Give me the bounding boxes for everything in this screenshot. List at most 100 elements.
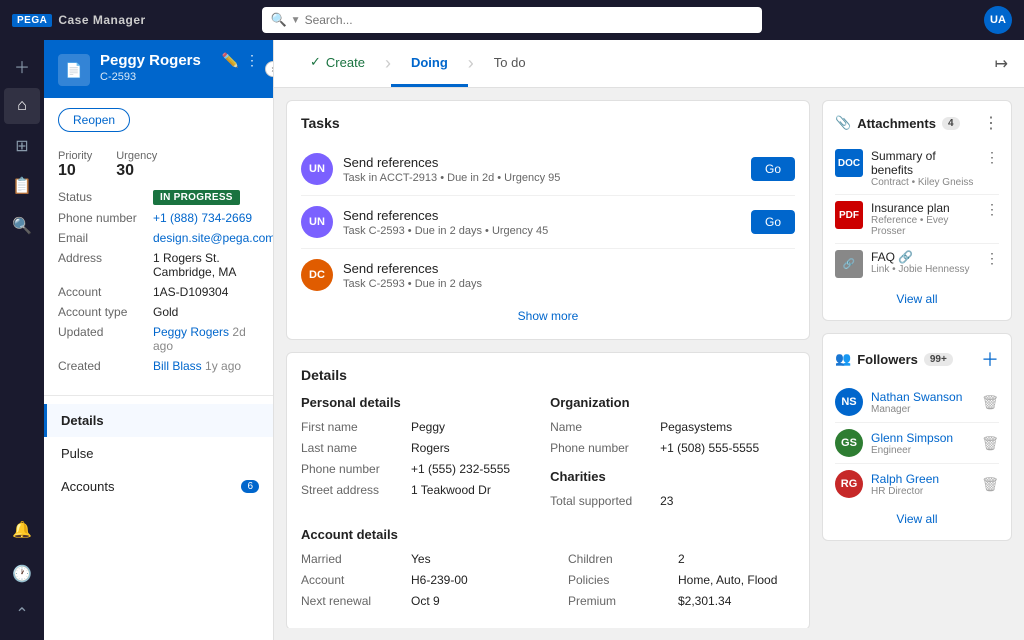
- personal-title: Personal details: [301, 395, 510, 410]
- detail-row: Next renewal Oct 9: [301, 594, 528, 608]
- attachment-item: PDF Insurance plan Reference • Evey Pros…: [835, 195, 999, 244]
- show-more-button[interactable]: Show more: [301, 301, 795, 325]
- attachment-more-icon[interactable]: ⋮: [985, 250, 999, 267]
- priority-label: Priority: [58, 150, 92, 162]
- task-title: Send references: [343, 208, 741, 223]
- follower-avatar: RG: [835, 470, 863, 498]
- detail-row: Last name Rogers: [301, 441, 510, 455]
- follower-info: Nathan Swanson Manager: [871, 390, 973, 415]
- stage-expand-button[interactable]: ↦: [995, 54, 1008, 74]
- followers-card: 👥 Followers 99+ ＋ NS Nathan Swanson Mana…: [822, 333, 1012, 541]
- attachments-count: 4: [942, 117, 960, 130]
- icon-bar-home[interactable]: ⌂: [4, 88, 40, 124]
- detail-row: Phone number +1 (555) 232-5555: [301, 462, 510, 476]
- detail-row: Premium $2,301.34: [568, 594, 795, 608]
- go-button[interactable]: Go: [751, 210, 795, 234]
- task-item: DC Send references Task C-2593 • Due in …: [301, 249, 795, 301]
- search-bar[interactable]: 🔍 ▼: [262, 7, 762, 33]
- address-value: 1 Rogers St. Cambridge, MA: [153, 251, 259, 279]
- detail-row: Phone number +1 (508) 555-5555: [550, 441, 759, 455]
- follower-role: HR Director: [871, 486, 973, 497]
- follower-name[interactable]: Glenn Simpson: [871, 431, 973, 445]
- detail-row: Children 2: [568, 552, 795, 566]
- attachment-sub: Reference • Evey Prosser: [871, 215, 977, 237]
- icon-bar-chevron[interactable]: ⌃: [4, 596, 40, 632]
- accounts-badge: 6: [241, 480, 259, 493]
- avatar[interactable]: UA: [984, 6, 1012, 34]
- follower-item: RG Ralph Green HR Director 🗑: [835, 464, 999, 504]
- stage-todo[interactable]: To do: [474, 40, 546, 87]
- attachment-item: 🔗 FAQ 🔗 Link • Jobie Hennessy ⋮: [835, 244, 999, 284]
- stage-create[interactable]: ✓ Create: [290, 40, 385, 87]
- search-input[interactable]: [305, 13, 755, 27]
- follower-avatar: NS: [835, 388, 863, 416]
- remove-follower-button[interactable]: 🗑: [981, 394, 999, 411]
- nav-item-accounts[interactable]: Accounts 6: [44, 470, 273, 503]
- icon-bar: ＋ ⌂ ⊞ 📋 🔍 🔔 🕐 ⌃: [0, 40, 44, 640]
- icon-bar-add[interactable]: ＋: [4, 48, 40, 84]
- icon-bar-apps[interactable]: ⊞: [4, 128, 40, 164]
- edit-icon[interactable]: ✏️: [222, 52, 239, 69]
- nav-item-pulse[interactable]: Pulse: [44, 437, 273, 470]
- search-dropdown-icon[interactable]: ▼: [291, 15, 301, 26]
- attachment-sub: Contract • Kiley Gneiss: [871, 177, 977, 188]
- phone-label: Phone number: [58, 211, 153, 225]
- task-info: Send references Task C-2593 • Due in 2 d…: [343, 208, 741, 237]
- follower-name[interactable]: Ralph Green: [871, 472, 973, 486]
- attachments-view-all[interactable]: View all: [835, 284, 999, 308]
- attachment-info: Summary of benefits Contract • Kiley Gne…: [871, 149, 977, 188]
- org-charities: Organization Name Pegasystems Phone numb…: [550, 395, 759, 515]
- tasks-card: Tasks UN Send references Task in ACCT-29…: [286, 100, 810, 340]
- attachments-card: 📎 Attachments 4 ⋮ DOC Summary of benefit…: [822, 100, 1012, 321]
- task-avatar: DC: [301, 259, 333, 291]
- icon-bar-clock[interactable]: 🕐: [4, 556, 40, 592]
- attachment-icon: 🔗: [835, 250, 863, 278]
- followers-icon: 👥: [835, 351, 851, 367]
- created-value[interactable]: Bill Blass 1y ago: [153, 359, 241, 373]
- status-badge: IN PROGRESS: [153, 190, 240, 205]
- add-follower-button[interactable]: ＋: [981, 346, 999, 372]
- details-card: Details Personal details First name Pegg…: [286, 352, 810, 628]
- stage-bar: ✓ Create › Doing › To do ↦: [274, 40, 1024, 88]
- remove-follower-button[interactable]: 🗑: [981, 435, 999, 452]
- account-details-title: Account details: [301, 527, 795, 542]
- attachment-more-icon[interactable]: ⋮: [985, 201, 999, 218]
- left-nav: Details Pulse Accounts 6: [44, 404, 273, 503]
- go-button[interactable]: Go: [751, 157, 795, 181]
- right-panel: 📎 Attachments 4 ⋮ DOC Summary of benefit…: [822, 100, 1012, 628]
- email-value[interactable]: design.site@pega.com: [153, 231, 274, 245]
- task-title: Send references: [343, 261, 795, 276]
- icon-bar-bell[interactable]: 🔔: [4, 516, 40, 552]
- left-panel: 📄 Peggy Rogers C-2593 ✏️ ⋮ › Reopen Prio…: [44, 40, 274, 640]
- task-info: Send references Task C-2593 • Due in 2 d…: [343, 261, 795, 290]
- stage-doing[interactable]: Doing: [391, 40, 468, 87]
- follower-name[interactable]: Nathan Swanson: [871, 390, 973, 404]
- icon-bar-cases[interactable]: 📋: [4, 168, 40, 204]
- center-panel: Tasks UN Send references Task in ACCT-29…: [286, 100, 810, 628]
- followers-count: 99+: [924, 353, 953, 366]
- attachments-list: DOC Summary of benefits Contract • Kiley…: [835, 143, 999, 284]
- updated-value[interactable]: Peggy Rogers 2d ago: [153, 325, 259, 353]
- expand-panel-button[interactable]: ›: [265, 61, 274, 77]
- phone-value[interactable]: +1 (888) 734-2669: [153, 211, 252, 225]
- attachment-name: Summary of benefits: [871, 149, 977, 177]
- check-icon: ✓: [310, 54, 321, 70]
- app-logo: PEGA Case Manager: [12, 13, 146, 27]
- follower-role: Manager: [871, 404, 973, 415]
- icon-bar-search[interactable]: 🔍: [4, 208, 40, 244]
- more-options-icon[interactable]: ⋮: [245, 52, 259, 69]
- attachment-more-icon[interactable]: ⋮: [985, 149, 999, 166]
- status-label: Status: [58, 190, 153, 205]
- reopen-button[interactable]: Reopen: [58, 108, 130, 132]
- detail-row: Account H6-239-00: [301, 573, 528, 587]
- attachments-more-icon[interactable]: ⋮: [983, 113, 999, 133]
- nav-item-details[interactable]: Details: [44, 404, 273, 437]
- attachment-icon: DOC: [835, 149, 863, 177]
- followers-view-all[interactable]: View all: [835, 504, 999, 528]
- task-subtitle: Task C-2593 • Due in 2 days: [343, 278, 795, 290]
- attachment-info: Insurance plan Reference • Evey Prosser: [871, 201, 977, 237]
- created-label: Created: [58, 359, 153, 373]
- topbar: PEGA Case Manager 🔍 ▼ UA: [0, 0, 1024, 40]
- remove-follower-button[interactable]: 🗑: [981, 476, 999, 493]
- search-icon: 🔍: [270, 12, 286, 28]
